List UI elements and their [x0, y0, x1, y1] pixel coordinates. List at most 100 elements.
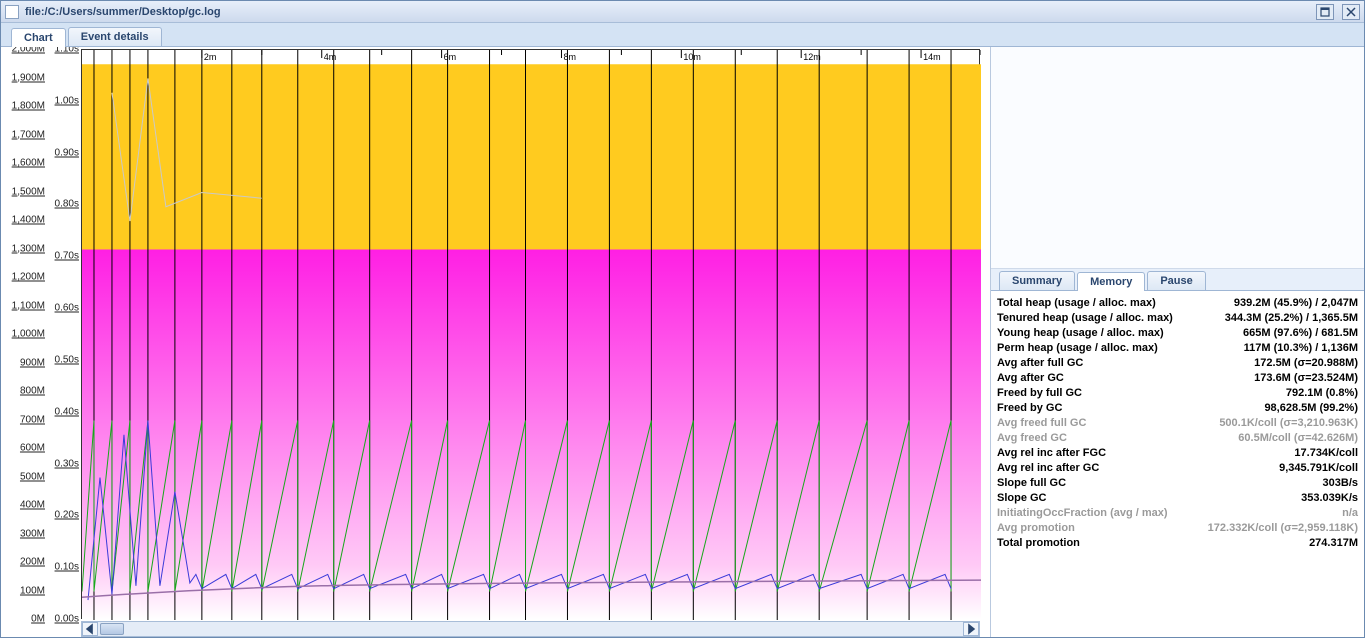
side-top-blank: [991, 47, 1364, 269]
svg-text:10m: 10m: [683, 52, 701, 62]
stat-row: Avg rel inc after FGC 17.734K/coll: [997, 445, 1358, 460]
chart-pane: 0M100M200M300M400M500M600M700M800M900M1,…: [1, 47, 991, 637]
y-time-tick: 0.10s: [55, 562, 79, 573]
stat-value: 353.039K/s: [1301, 492, 1358, 504]
stat-label: InitiatingOccFraction (avg / max): [997, 507, 1168, 519]
stat-value: 98,628.5M (99.2%): [1264, 402, 1358, 414]
stat-row: Freed by GC 98,628.5M (99.2%): [997, 400, 1358, 415]
y-axis-time: 0.00s0.10s0.20s0.30s0.40s0.50s0.60s0.70s…: [47, 47, 81, 619]
side-tabs: Summary Memory Pause: [991, 269, 1364, 291]
stat-row: Avg after GC 173.6M (σ=23.524M): [997, 370, 1358, 385]
stat-row: Avg promotion 172.332K/coll (σ=2,959.118K…: [997, 520, 1358, 535]
stat-value: 117M (10.3%) / 1,136M: [1244, 342, 1358, 354]
stat-label: Avg freed GC: [997, 432, 1067, 444]
app-window: file:/C:/Users/summer/Desktop/gc.log Cha…: [0, 0, 1365, 638]
stat-value: 172.332K/coll (σ=2,959.118K): [1208, 522, 1358, 534]
scroll-track[interactable]: [98, 622, 963, 636]
stat-row: Total heap (usage / alloc. max) 939.2M (4…: [997, 295, 1358, 310]
stat-label: Freed by full GC: [997, 387, 1082, 399]
stat-label: Freed by GC: [997, 402, 1062, 414]
stat-row: Tenured heap (usage / alloc. max) 344.3M …: [997, 310, 1358, 325]
tab-event-details[interactable]: Event details: [68, 27, 162, 46]
stat-label: Avg after GC: [997, 372, 1064, 384]
svg-text:4m: 4m: [324, 52, 337, 62]
side-panel: Summary Memory Pause Total heap (usage /…: [991, 47, 1364, 637]
y-time-tick: 1.10s: [55, 47, 79, 55]
y-mem-tick: 900M: [20, 357, 45, 368]
stat-row: Slope GC 353.039K/s: [997, 490, 1358, 505]
y-mem-tick: 100M: [20, 585, 45, 596]
memory-stats-body: Total heap (usage / alloc. max) 939.2M (4…: [991, 291, 1364, 637]
y-mem-tick: 1,300M: [12, 243, 45, 254]
y-mem-tick: 1,400M: [12, 215, 45, 226]
stat-value: 9,345.791K/coll: [1279, 462, 1358, 474]
stat-label: Avg after full GC: [997, 357, 1083, 369]
y-mem-tick: 1,700M: [12, 129, 45, 140]
y-time-tick: 0.40s: [55, 406, 79, 417]
stat-value: 500.1K/coll (σ=3,210.963K): [1219, 417, 1358, 429]
svg-text:6m: 6m: [444, 52, 457, 62]
stat-label: Perm heap (usage / alloc. max): [997, 342, 1158, 354]
stat-label: Avg promotion: [997, 522, 1075, 534]
stat-value: n/a: [1342, 507, 1358, 519]
stat-row: Total promotion274.317M: [997, 535, 1358, 550]
stat-row: Perm heap (usage / alloc. max) 117M (10.3…: [997, 340, 1358, 355]
y-time-tick: 0.30s: [55, 458, 79, 469]
stat-label: Total promotion: [997, 537, 1080, 549]
stat-label: Avg freed full GC: [997, 417, 1086, 429]
svg-text:2m: 2m: [204, 52, 217, 62]
y-mem-tick: 1,200M: [12, 272, 45, 283]
stat-label: Slope full GC: [997, 477, 1066, 489]
svg-text:8m: 8m: [563, 52, 576, 62]
tab-pause[interactable]: Pause: [1147, 271, 1205, 290]
stat-label: Total heap (usage / alloc. max): [997, 297, 1156, 309]
stat-label: Young heap (usage / alloc. max): [997, 327, 1164, 339]
y-mem-tick: 400M: [20, 500, 45, 511]
stat-label: Slope GC: [997, 492, 1047, 504]
y-mem-tick: 0M: [31, 614, 45, 625]
chart-body: 0M100M200M300M400M500M600M700M800M900M1,…: [1, 47, 990, 637]
y-mem-tick: 600M: [20, 443, 45, 454]
y-time-tick: 0.70s: [55, 251, 79, 262]
y-time-tick: 0.90s: [55, 147, 79, 158]
tab-memory[interactable]: Memory: [1077, 272, 1145, 291]
stat-value: 665M (97.6%) / 681.5M: [1243, 327, 1358, 339]
stat-row: Slope full GC 303B/s: [997, 475, 1358, 490]
maximize-button[interactable]: [1316, 4, 1334, 20]
stat-value: 60.5M/coll (σ=42.626M): [1238, 432, 1358, 444]
scroll-thumb[interactable]: [100, 623, 124, 635]
y-mem-tick: 300M: [20, 528, 45, 539]
y-mem-tick: 2,000M: [12, 47, 45, 55]
y-axis-memory: 0M100M200M300M400M500M600M700M800M900M1,…: [1, 47, 47, 619]
y-mem-tick: 800M: [20, 386, 45, 397]
y-mem-tick: 1,500M: [12, 186, 45, 197]
stat-value: 303B/s: [1323, 477, 1358, 489]
content: 0M100M200M300M400M500M600M700M800M900M1,…: [1, 47, 1364, 637]
close-button[interactable]: [1342, 4, 1360, 20]
plot-area[interactable]: 2m4m6m8m10m12m14m: [81, 49, 980, 619]
stat-label: Avg rel inc after GC: [997, 462, 1099, 474]
stat-value: 792.1M (0.8%): [1286, 387, 1358, 399]
y-mem-tick: 500M: [20, 471, 45, 482]
stat-row: Avg freed full GC 500.1K/coll (σ=3,210.96…: [997, 415, 1358, 430]
window-title: file:/C:/Users/summer/Desktop/gc.log: [25, 6, 221, 18]
y-mem-tick: 1,100M: [12, 300, 45, 311]
tab-chart[interactable]: Chart: [11, 28, 66, 47]
stat-value: 939.2M (45.9%) / 2,047M: [1234, 297, 1358, 309]
stat-value: 173.6M (σ=23.524M): [1254, 372, 1358, 384]
scroll-right-button[interactable]: [963, 622, 979, 636]
stat-value: 172.5M (σ=20.988M): [1254, 357, 1358, 369]
scroll-left-button[interactable]: [82, 622, 98, 636]
y-time-tick: 0.50s: [55, 354, 79, 365]
y-mem-tick: 200M: [20, 557, 45, 568]
stat-row: Avg rel inc after GC 9,345.791K/coll: [997, 460, 1358, 475]
stat-row: Young heap (usage / alloc. max) 665M (97.…: [997, 325, 1358, 340]
horizontal-scrollbar[interactable]: [81, 621, 980, 637]
stat-row: Freed by full GC 792.1M (0.8%): [997, 385, 1358, 400]
tab-summary[interactable]: Summary: [999, 271, 1075, 290]
stat-value: 344.3M (25.2%) / 1,365.5M: [1225, 312, 1358, 324]
titlebar: file:/C:/Users/summer/Desktop/gc.log: [1, 1, 1364, 23]
stat-label: Tenured heap (usage / alloc. max): [997, 312, 1173, 324]
stat-value: 17.734K/coll: [1294, 447, 1358, 459]
stat-label: Avg rel inc after FGC: [997, 447, 1106, 459]
